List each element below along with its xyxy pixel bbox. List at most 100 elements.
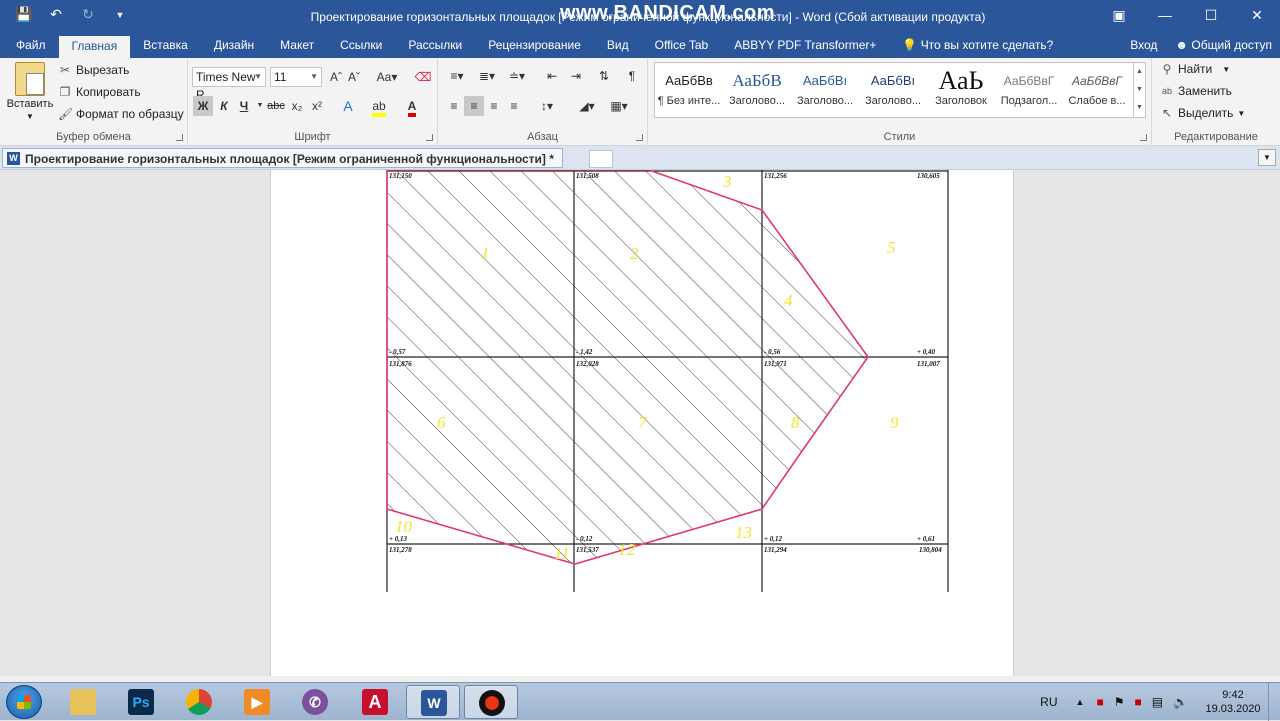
chevron-down-icon: ▼: [310, 72, 318, 81]
align-right-icon[interactable]: ≡: [484, 96, 504, 116]
clear-format-icon[interactable]: ⌫: [414, 67, 432, 87]
work-mark: + 0,13: [389, 535, 407, 543]
select-button[interactable]: ↖ Выделить ▼: [1160, 106, 1245, 120]
shading-icon[interactable]: ◢▾: [574, 96, 600, 116]
font-name-box[interactable]: Times New R ▼: [192, 67, 266, 102]
document-tab[interactable]: W Проектирование горизонтальных площадок…: [2, 148, 563, 168]
taskbar-viber[interactable]: ✆: [288, 685, 342, 719]
style-subtitle[interactable]: АаБбВвГ Подзагол...: [995, 63, 1063, 117]
underline-options-icon[interactable]: ▼: [256, 96, 264, 116]
style-no-spacing[interactable]: АаБбВв ¶ Без инте...: [655, 63, 723, 117]
bullets-icon[interactable]: ≡▾: [444, 66, 470, 86]
shrink-font-icon[interactable]: Aˇ: [346, 67, 362, 87]
tab-abbyy[interactable]: ABBYY PDF Transformer+: [721, 34, 889, 58]
find-button[interactable]: ⚲ Найти ▼: [1160, 62, 1231, 76]
align-center-icon[interactable]: ≡: [464, 96, 484, 116]
align-left-icon[interactable]: ≡: [444, 96, 464, 116]
style-subtle-emphasis[interactable]: АаБбВвГ Слабое в...: [1063, 63, 1131, 117]
word-doc-icon: W: [7, 152, 20, 165]
taskbar-explorer[interactable]: [56, 685, 110, 719]
copy-button[interactable]: ❐ Копировать: [58, 85, 141, 99]
change-case-icon[interactable]: Aa▾: [372, 67, 402, 87]
more-styles-icon[interactable]: ▼: [1136, 104, 1143, 111]
close-button[interactable]: ✕: [1234, 0, 1280, 32]
group-label: Шрифт: [294, 131, 331, 143]
show-desktop-button[interactable]: [1268, 683, 1280, 721]
sign-in-link[interactable]: Вход: [1130, 34, 1157, 56]
borders-icon[interactable]: ▦▾: [606, 96, 632, 116]
pilcrow-icon[interactable]: ¶: [622, 66, 642, 86]
numbering-icon[interactable]: ≣▾: [474, 66, 500, 86]
replace-button[interactable]: ab Заменить: [1160, 84, 1232, 98]
bold-button[interactable]: Ж: [193, 96, 213, 116]
superscript-button[interactable]: x²: [308, 96, 326, 116]
group-editing: ⚲ Найти ▼ ab Заменить ↖ Выделить ▼ Редактиров…: [1152, 58, 1280, 146]
new-tab-button[interactable]: [589, 150, 613, 168]
taskbar-chrome[interactable]: [172, 685, 226, 719]
tab-insert[interactable]: Вставка: [130, 34, 201, 58]
style-heading-1[interactable]: АаБбВ Заголово...: [723, 63, 791, 117]
flag-icon[interactable]: ⚑: [1114, 695, 1125, 709]
font-color-icon[interactable]: A: [400, 96, 424, 117]
tab-references[interactable]: Ссылки: [327, 34, 395, 58]
highlight-icon[interactable]: ab​: [366, 96, 392, 117]
grow-font-icon[interactable]: Aˆ: [328, 67, 344, 87]
cut-button[interactable]: ✂ Вырезать: [58, 63, 129, 77]
tab-view[interactable]: Вид: [594, 34, 642, 58]
language-indicator[interactable]: RU: [1040, 695, 1057, 709]
taskbar-word[interactable]: W: [406, 685, 460, 719]
ribbon-options-icon[interactable]: ▣: [1096, 0, 1142, 32]
volume-icon[interactable]: 🔈: [1173, 695, 1188, 709]
document-page[interactable]: 131,150 131,508 131,256 130,605 - 0,57 -…: [270, 170, 1014, 676]
multilevel-list-icon[interactable]: ≐▾: [504, 66, 530, 86]
format-painter-button[interactable]: 🖌 Формат по образцу: [58, 107, 184, 121]
styles-scroll[interactable]: ▲ ▼ ▼: [1133, 63, 1145, 117]
tab-list-dropdown-icon[interactable]: ▼: [1258, 149, 1276, 166]
tab-layout[interactable]: Макет: [267, 34, 327, 58]
underline-button[interactable]: Ч: [235, 96, 253, 116]
font-size-box[interactable]: 11 ▼: [270, 67, 322, 87]
zone-number: 4: [784, 291, 793, 310]
chevron-down-icon[interactable]: ▼: [1136, 86, 1143, 93]
tell-me-box[interactable]: 💡 Что вы хотите сделать?: [889, 34, 1066, 58]
style-title[interactable]: АаЬ Заголовок: [927, 63, 995, 117]
text-effects-icon[interactable]: A: [336, 96, 360, 116]
dialog-launcher-icon[interactable]: [176, 134, 183, 141]
minimize-button[interactable]: —: [1142, 0, 1188, 32]
italic-button[interactable]: К: [215, 96, 233, 116]
tab-mailings[interactable]: Рассылки: [395, 34, 475, 58]
paste-button[interactable]: Вставить ▼: [6, 62, 54, 122]
tray-app-icon[interactable]: ■: [1096, 695, 1103, 709]
tab-file[interactable]: Файл: [0, 34, 59, 58]
dialog-launcher-icon[interactable]: [426, 134, 433, 141]
strikethrough-button[interactable]: abc: [266, 96, 286, 116]
tab-design[interactable]: Дизайн: [201, 34, 267, 58]
style-heading-2[interactable]: АаБбВı Заголово...: [791, 63, 859, 117]
taskbar-photoshop[interactable]: Ps: [114, 685, 168, 719]
taskbar-media-player[interactable]: ▶: [230, 685, 284, 719]
decrease-indent-icon[interactable]: ⇤: [542, 66, 562, 86]
network-icon[interactable]: ▤: [1152, 695, 1163, 709]
justify-icon[interactable]: ≡: [504, 96, 524, 116]
start-button[interactable]: [6, 685, 42, 719]
tab-office-tab[interactable]: Office Tab: [642, 34, 722, 58]
share-button[interactable]: ☻ Общий доступ: [1175, 34, 1272, 56]
dialog-launcher-icon[interactable]: [1140, 134, 1147, 141]
taskbar-autocad[interactable]: A: [348, 685, 402, 719]
recording-watermark: www.BANDICAM.com: [560, 2, 776, 24]
group-label: Редактирование: [1174, 131, 1258, 143]
dialog-launcher-icon[interactable]: [636, 134, 643, 141]
tab-home[interactable]: Главная: [58, 36, 131, 60]
clock[interactable]: 9:42 19.03.2020: [1198, 688, 1268, 716]
tab-review[interactable]: Рецензирование: [475, 34, 594, 58]
taskbar-bandicam[interactable]: [464, 685, 518, 719]
line-spacing-icon[interactable]: ↕▾: [534, 96, 560, 116]
tray-app-icon[interactable]: ■: [1134, 695, 1141, 709]
sort-icon[interactable]: ⇅: [594, 66, 614, 86]
maximize-button[interactable]: ☐: [1188, 0, 1234, 32]
chevron-up-icon[interactable]: ▲: [1136, 68, 1143, 75]
style-heading-3[interactable]: АаБбВı Заголово...: [859, 63, 927, 117]
increase-indent-icon[interactable]: ⇥: [566, 66, 586, 86]
show-hidden-icons[interactable]: ▲: [1076, 697, 1085, 707]
subscript-button[interactable]: x₂: [288, 96, 306, 116]
